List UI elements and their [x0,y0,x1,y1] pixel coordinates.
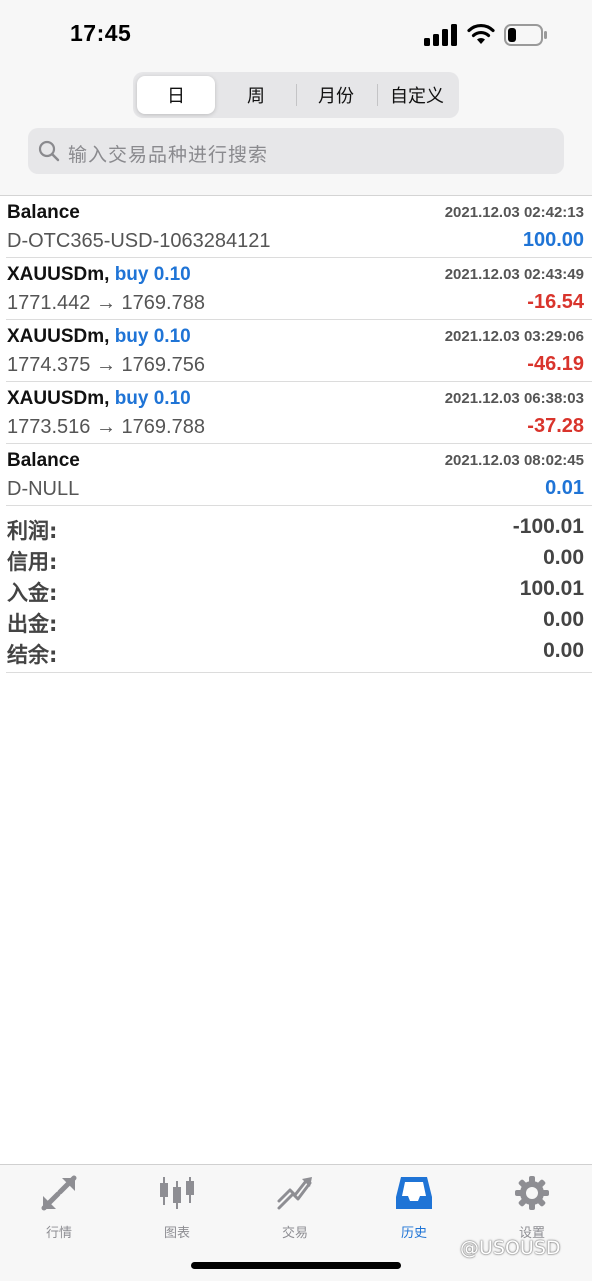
summary-value: 100.01 [519,577,584,600]
tab-history[interactable]: 历史 [364,1173,464,1241]
status-bar: 17:45 [0,0,592,70]
quotes-icon [41,1175,77,1211]
record-date: 2021.12.03 08:02:45 [444,452,584,469]
watermark: @USOUSD [460,1237,561,1259]
record-amount: -16.54 [527,291,584,313]
tab-label: 交易 [281,1226,308,1241]
period-tab-month[interactable]: 月份 [297,76,375,114]
record-symbol: XAUUSDm, [7,326,110,347]
home-indicator [191,1262,401,1269]
history-row[interactable]: XAUUSDm, buy 0.10 2021.12.03 06:38:03 17… [6,382,592,444]
record-date: 2021.12.03 02:42:13 [444,204,584,221]
summary-row-profit: 利润: -100.01 [6,512,592,543]
tab-trade[interactable]: 交易 [245,1173,345,1241]
history-icon [396,1177,432,1209]
wifi-icon [467,23,495,44]
record-date: 2021.12.03 06:38:03 [444,390,584,407]
record-title: Balance [7,450,80,472]
record-detail: 1774.375 → 1769.756 [7,354,205,376]
record-title: XAUUSDm, buy 0.10 [7,264,191,286]
summary-value: 0.00 [543,546,584,569]
summary-label: 信用: [7,550,58,574]
battery-icon [504,24,547,46]
status-time: 17:45 [70,20,132,46]
trade-icon [277,1177,312,1210]
period-tab-week[interactable]: 周 [217,76,295,114]
search-placeholder: 输入交易品种进行搜索 [68,144,269,166]
record-title: XAUUSDm, buy 0.10 [7,326,191,348]
record-title: XAUUSDm, buy 0.10 [7,388,191,410]
chart-icon [160,1177,194,1209]
record-detail: D-OTC365-USD-1063284121 [7,230,271,252]
record-detail: D-NULL [7,478,80,500]
period-tab-custom[interactable]: 自定义 [378,76,456,114]
record-date: 2021.12.03 02:43:49 [444,266,584,283]
history-row[interactable]: XAUUSDm, buy 0.10 2021.12.03 03:29:06 17… [6,320,592,382]
settings-icon [515,1176,549,1210]
record-symbol: XAUUSDm, [7,264,110,285]
summary-row-balance: 结余: 0.00 [6,636,592,667]
header-area: 17:45 日 周 月份 自定义 输入交易品种进行搜索 [0,0,592,196]
search-input[interactable]: 输入交易品种进行搜索 [28,128,564,174]
record-type: buy 0.10 [114,326,191,347]
record-amount: -46.19 [527,353,584,375]
record-detail: 1773.516 → 1769.788 [7,416,205,438]
record-amount: -37.28 [527,415,584,437]
period-segmented-control: 日 周 月份 自定义 [133,72,459,118]
summary-label: 利润: [7,519,58,543]
summary-label: 结余: [7,643,58,667]
history-row[interactable]: Balance 2021.12.03 08:02:45 D-NULL 0.01 [6,444,592,506]
tab-quotes[interactable]: 行情 [9,1173,109,1241]
record-amount: 100.00 [522,229,584,251]
summary-value: 0.00 [543,639,584,662]
summary-label: 入金: [7,581,58,605]
summary-value: 0.00 [543,608,584,631]
summary-value: -100.01 [512,515,584,538]
record-title: Balance [7,202,80,224]
tab-label: 图表 [163,1226,190,1241]
record-type: buy 0.10 [114,264,191,285]
summary-label: 出金: [7,612,58,636]
cellular-signal-icon [424,24,457,46]
history-row[interactable]: Balance 2021.12.03 02:42:13 D-OTC365-USD… [6,196,592,258]
record-amount: 0.01 [545,477,584,499]
record-type: buy 0.10 [114,388,191,409]
period-tab-day[interactable]: 日 [137,76,215,114]
summary-row-withdrawal: 出金: 0.00 [6,605,592,636]
record-detail: 1771.442 → 1769.788 [7,292,205,314]
history-list: Balance 2021.12.03 02:42:13 D-OTC365-USD… [0,196,592,506]
history-row[interactable]: XAUUSDm, buy 0.10 2021.12.03 02:43:49 17… [6,258,592,320]
summary-row-credit: 信用: 0.00 [6,543,592,574]
record-symbol: Balance [7,202,80,223]
record-symbol: Balance [7,450,80,471]
record-date: 2021.12.03 03:29:06 [444,328,584,345]
tab-chart[interactable]: 图表 [127,1173,227,1241]
search-icon [38,140,60,162]
summary-row-deposit: 入金: 100.01 [6,574,592,605]
tab-label: 行情 [45,1226,72,1241]
record-symbol: XAUUSDm, [7,388,110,409]
tab-settings[interactable]: 设置 [482,1173,582,1241]
account-summary: 利润: -100.01 信用: 0.00 入金: 100.01 出金: 0.00… [6,512,592,673]
tab-label: 历史 [400,1226,427,1241]
